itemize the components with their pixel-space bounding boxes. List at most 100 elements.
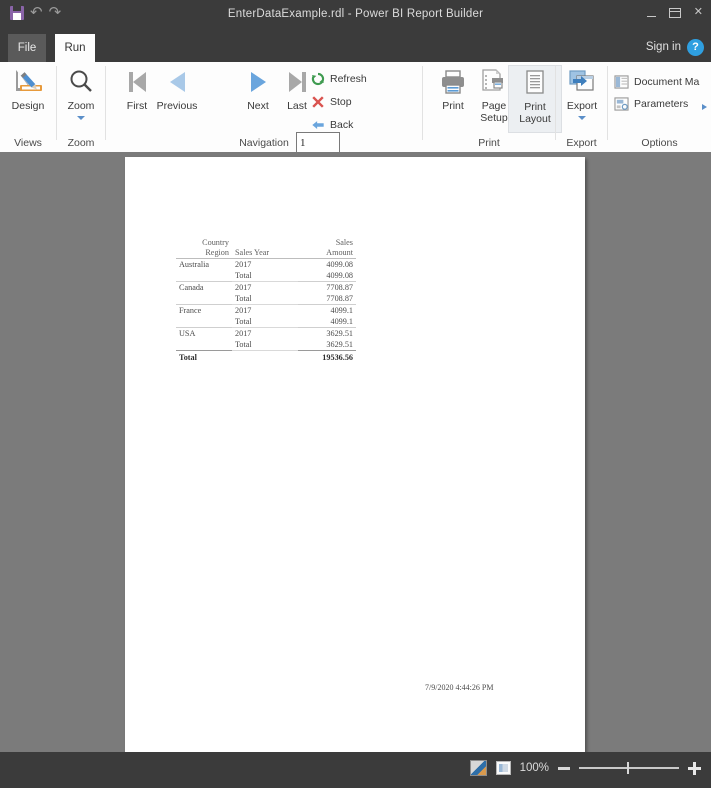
chevron-down-icon[interactable]	[578, 115, 586, 120]
cell-sales-amount: 7708.87	[326, 294, 353, 303]
zoom-slider-track	[579, 767, 679, 769]
print-layout-button[interactable]: Print Layout	[508, 65, 562, 133]
header-sales-amount: Sales Amount	[298, 237, 356, 258]
print-layout-label: Print Layout	[519, 101, 551, 125]
zoom-slider[interactable]	[579, 762, 679, 774]
grand-total-value: 19536.56	[298, 350, 356, 363]
zoom-out-button[interactable]	[558, 766, 570, 770]
ribbon-group-views: Design Views	[0, 62, 56, 152]
header-country-region: Country Region	[176, 237, 232, 258]
table-row: Total 4099.1	[176, 316, 356, 328]
previous-label: Previous	[156, 100, 198, 112]
ribbon-group-navigation: First Previous of 1 Next Last	[106, 62, 422, 165]
close-button[interactable]: ✕	[694, 7, 703, 18]
parameters-button[interactable]: Parameters	[614, 95, 688, 113]
parameters-label: Parameters	[634, 98, 689, 110]
print-layout-icon	[522, 66, 548, 100]
group-label-export: Export	[566, 137, 597, 149]
zoom-slider-thumb[interactable]	[627, 762, 629, 774]
chevron-down-icon[interactable]	[77, 115, 85, 120]
minimize-button[interactable]	[646, 15, 656, 17]
report-timestamp: 7/9/2020 4:44:26 PM	[425, 683, 494, 692]
cell-sales-year: 2017	[232, 258, 298, 270]
page-setup-label: Page Setup	[480, 100, 507, 124]
table-body: Australia 2017 4099.08 Total 4099.08 Canada 20…	[176, 258, 356, 351]
app-window: ↶ ↷ EnterDataExample.rdl - Power BI Repo…	[0, 0, 711, 788]
expand-options-icon[interactable]	[702, 104, 707, 110]
help-icon[interactable]: ?	[687, 39, 704, 56]
first-label: First	[126, 100, 148, 112]
print-layout-line1: Print	[524, 101, 546, 113]
table-row: France 2017 4099.1	[176, 304, 356, 316]
document-map-label: Document Ma	[634, 76, 700, 88]
parameters-icon	[614, 97, 629, 111]
stop-button[interactable]: Stop	[311, 93, 352, 111]
report-page: Country Region Sales Year Sales Amount A…	[125, 157, 585, 752]
cell-country-region: France	[176, 304, 232, 316]
last-label: Last	[287, 100, 307, 112]
normal-view-icon[interactable]	[469, 760, 487, 776]
design-button[interactable]: Design	[1, 65, 55, 133]
first-page-icon	[128, 65, 146, 99]
table-header: Country Region Sales Year Sales Amount	[176, 237, 356, 259]
next-label: Next	[247, 100, 269, 112]
export-icon	[567, 65, 597, 99]
cell-sales-amount: 4099.08	[298, 258, 356, 270]
header-sales-year: Sales Year	[235, 247, 270, 257]
page-setup-line1: Page	[481, 100, 507, 112]
ribbon-group-print: Print Page Setup Print Layout Print	[423, 62, 562, 152]
zoom-label: Zoom	[67, 100, 95, 112]
cell-sales-amount: 4099.1	[298, 304, 356, 316]
tab-run[interactable]: Run	[55, 34, 95, 62]
print-icon	[438, 65, 468, 99]
table-row: Canada 2017 7708.87	[176, 281, 356, 293]
title-bar: ↶ ↷ EnterDataExample.rdl - Power BI Repo…	[0, 0, 711, 34]
ribbon: Design Views Zoom Zoom First Previous 1 …	[0, 62, 711, 165]
refresh-icon	[311, 72, 325, 86]
table-row: USA 2017 3629.51	[176, 327, 356, 339]
table-row: Australia 2017 4099.08	[176, 258, 356, 270]
window-controls: ✕	[646, 7, 703, 18]
cell-sales-amount: 4099.1	[330, 317, 353, 326]
refresh-label: Refresh	[330, 73, 367, 85]
window-title: EnterDataExample.rdl - Power BI Report B…	[227, 8, 484, 20]
print-layout-line2: Layout	[519, 112, 551, 125]
cell-sales-amount: 4099.08	[326, 271, 353, 280]
zoom-button[interactable]: Zoom	[54, 65, 108, 133]
group-label-navigation: Navigation	[239, 137, 289, 149]
cell-sales-year: 2017	[232, 304, 298, 316]
report-preview-canvas[interactable]: Country Region Sales Year Sales Amount A…	[0, 152, 711, 752]
stop-icon	[312, 96, 324, 108]
group-label-options: Options	[641, 137, 678, 149]
report-table: Country Region Sales Year Sales Amount A…	[176, 237, 356, 363]
previous-page-icon	[169, 65, 185, 99]
header-amount-line1: Sales	[335, 238, 353, 247]
next-page-icon	[250, 65, 266, 99]
back-label: Back	[330, 119, 354, 131]
print-label: Print	[442, 100, 464, 112]
sign-in-link[interactable]: Sign in	[646, 41, 681, 53]
header-amount-line2: Amount	[326, 247, 353, 257]
cell-country-region	[176, 293, 232, 305]
ribbon-group-export: Export Export	[556, 62, 607, 152]
cell-country-region: Australia	[176, 258, 232, 270]
previous-page-button[interactable]: Previous	[150, 65, 204, 133]
last-page-icon	[288, 65, 306, 99]
export-button[interactable]: Export	[555, 65, 609, 133]
document-map-button[interactable]: Document Ma	[614, 73, 699, 91]
table-header-row: Country Region Sales Year Sales Amount	[176, 237, 356, 258]
refresh-button[interactable]: Refresh	[311, 70, 367, 88]
cell-country-region: USA	[176, 327, 232, 339]
table-row: Total 7708.87	[176, 293, 356, 305]
group-label-print: Print	[478, 137, 500, 149]
maximize-button[interactable]	[668, 7, 681, 18]
back-button[interactable]: Back	[311, 116, 353, 134]
cell-sales-year: Total	[232, 270, 298, 282]
group-label-views: Views	[14, 137, 42, 149]
back-arrow-icon	[312, 121, 324, 129]
cell-sales-amount: 3629.51	[326, 340, 353, 349]
zoom-in-button[interactable]	[688, 761, 701, 775]
grand-total-row: Total 19536.56	[176, 350, 356, 363]
tab-file[interactable]: File	[8, 34, 46, 62]
page-view-icon[interactable]	[495, 761, 511, 775]
